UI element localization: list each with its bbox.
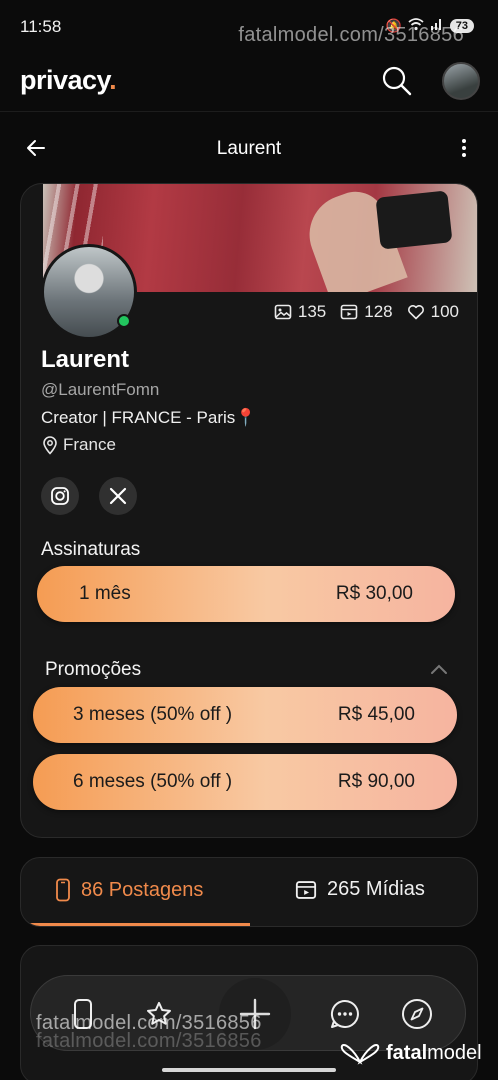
- promotion-plan-button[interactable]: 3 meses (50% off ) R$ 45,00: [33, 687, 457, 743]
- x-icon: [109, 487, 127, 505]
- home-indicator[interactable]: [162, 1068, 336, 1072]
- tab-media[interactable]: 265 Mídias: [295, 878, 425, 901]
- app-header: privacy.: [0, 52, 498, 112]
- plan-period: 6 meses (50% off ): [73, 771, 233, 792]
- privacy-logo[interactable]: privacy.: [20, 65, 117, 96]
- content-tabs: 86 Postagens 265 Mídias: [20, 857, 478, 927]
- video-icon: [295, 880, 317, 899]
- stat-likes-count: 100: [430, 302, 459, 321]
- fatalmodel-brand: fatalmodel: [340, 1040, 482, 1066]
- plan-period: 1 mês: [79, 583, 131, 604]
- promotion-plan-button[interactable]: 6 meses (50% off ) R$ 90,00: [33, 754, 457, 810]
- x-twitter-button[interactable]: [99, 477, 137, 515]
- location-text: France: [63, 435, 116, 454]
- nav-explore-button[interactable]: [399, 996, 435, 1032]
- title-bar: Laurent: [0, 126, 498, 172]
- chat-icon: [330, 999, 359, 1028]
- profile-handle: @LaurentFomn: [41, 380, 160, 399]
- tab-posts[interactable]: 86 Postagens: [55, 878, 203, 902]
- user-avatar[interactable]: [442, 62, 480, 100]
- stat-images-count: 135: [297, 302, 327, 321]
- active-tab-underline: [21, 923, 250, 926]
- stat-videos: 128: [340, 302, 393, 322]
- plan-price: R$ 90,00: [337, 771, 415, 792]
- instagram-button[interactable]: [41, 477, 79, 515]
- instagram-icon: [51, 487, 69, 505]
- promotions-label: Promoções: [45, 659, 142, 680]
- heart-icon: [407, 305, 424, 320]
- profile-stats: 135 128 100: [274, 302, 459, 322]
- chevron-up-icon: [431, 664, 447, 674]
- more-options-button[interactable]: [452, 136, 476, 160]
- location-pin-icon: [43, 436, 57, 455]
- plan-price: R$ 30,00: [335, 583, 413, 604]
- phone-icon: [56, 878, 70, 902]
- image-icon: [274, 304, 292, 320]
- logo-dot: .: [109, 65, 117, 95]
- profile-card: 135 128 100 Laurent @LaurentFomn Creator…: [20, 183, 478, 838]
- butterfly-logo-icon: [340, 1044, 380, 1065]
- stat-images: 135: [274, 302, 326, 322]
- brand-suffix: model: [427, 1041, 482, 1064]
- profile-location: France: [41, 435, 116, 455]
- profile-name: Laurent: [41, 346, 130, 373]
- online-status-indicator: [117, 314, 131, 328]
- plan-price: R$ 45,00: [337, 704, 415, 725]
- nav-messages-button[interactable]: [327, 996, 363, 1032]
- watermark-bottom-faded: fatalmodel.com/3516856: [36, 1030, 262, 1052]
- video-icon: [340, 304, 358, 320]
- stat-videos-count: 128: [364, 302, 393, 321]
- promotions-toggle[interactable]: [427, 658, 451, 682]
- brand-prefix: fatal: [386, 1041, 428, 1064]
- search-button[interactable]: [380, 64, 414, 98]
- search-icon: [382, 66, 412, 96]
- status-time: 11:58: [20, 17, 62, 36]
- watermark-top: fatalmodel.com/3516856: [238, 24, 464, 46]
- stat-likes: 100: [407, 302, 459, 322]
- page-title: Laurent: [216, 138, 282, 159]
- tab-posts-label: 86 Postagens: [81, 878, 204, 901]
- logo-text: privacy: [20, 65, 110, 95]
- plan-period: 3 meses (50% off ): [73, 704, 233, 725]
- subscription-plan-button[interactable]: 1 mês R$ 30,00: [37, 566, 455, 622]
- subscriptions-label: Assinaturas: [41, 539, 141, 560]
- cover-phone: [375, 190, 453, 250]
- more-vertical-icon: [462, 139, 466, 157]
- tab-media-label: 265 Mídias: [327, 878, 425, 900]
- compass-icon: [402, 999, 432, 1029]
- profile-bio: Creator | FRANCE - Paris📍: [41, 408, 257, 427]
